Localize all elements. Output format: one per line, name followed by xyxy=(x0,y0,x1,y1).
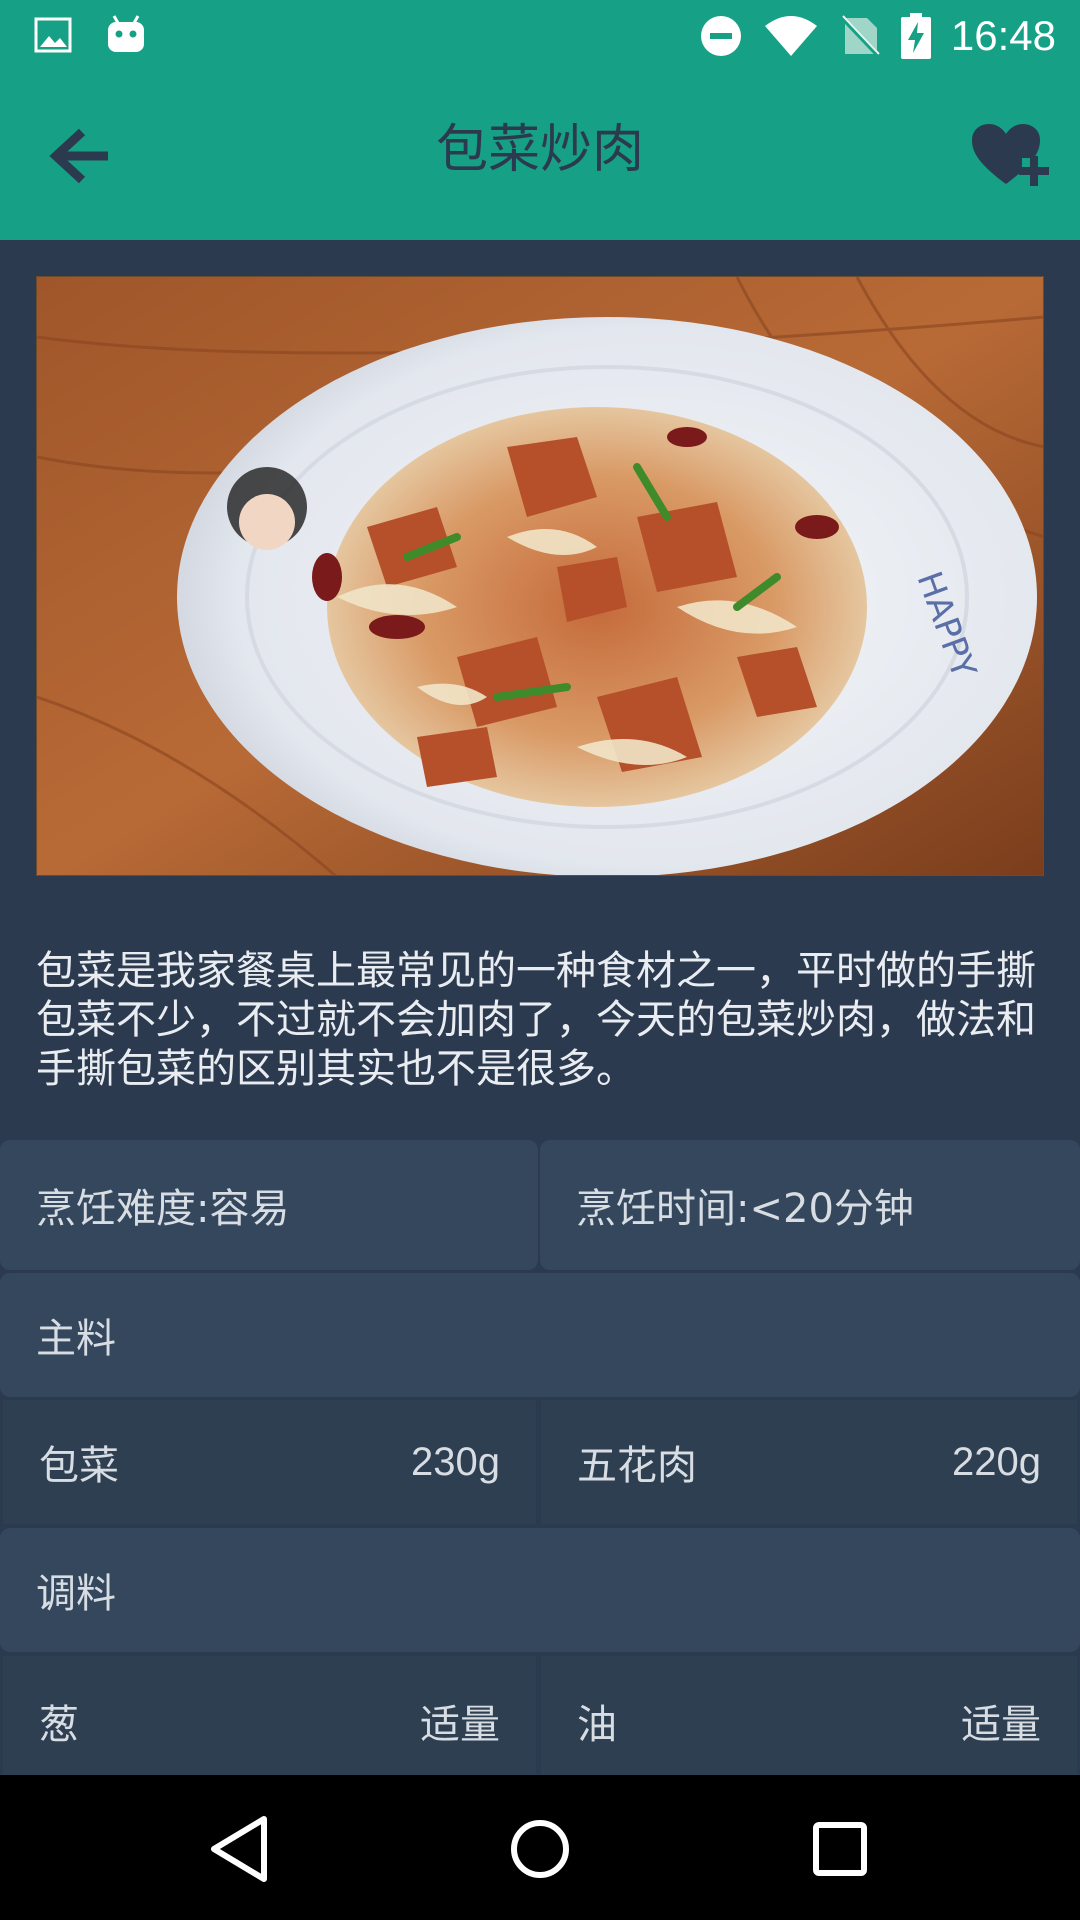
recipe-content[interactable]: HAPPY 包菜是我家餐桌上最常见的一种食材之一，平时做的手撕包菜不少，不过就不… xyxy=(0,240,1080,1775)
status-time: 16:48 xyxy=(950,12,1056,59)
ingredient-amount: 230g xyxy=(411,1439,500,1484)
navigation-bar xyxy=(0,1775,1080,1920)
difficulty-cell: 烹饪难度:容易 xyxy=(0,1140,538,1270)
ingredient-item: 包菜 230g xyxy=(3,1400,536,1524)
main-ingredients-header: 主料 xyxy=(0,1273,1080,1397)
seasoning-item: 油 适量 xyxy=(541,1656,1077,1775)
seasoning-amount: 适量 xyxy=(961,1703,1041,1747)
recipe-description: 包菜是我家餐桌上最常见的一种食材之一，平时做的手撕包菜不少，不过就不会加肉了，今… xyxy=(36,948,1036,1092)
seasoning-item: 葱 适量 xyxy=(3,1656,536,1775)
battery-charging-icon xyxy=(900,13,931,59)
wifi-icon xyxy=(764,16,817,56)
seasoning-name: 油 xyxy=(577,1702,617,1748)
ingredient-name: 包菜 xyxy=(39,1443,119,1489)
main-ingredients-title: 主料 xyxy=(36,1316,116,1362)
android-icon xyxy=(108,15,144,52)
no-sim-icon xyxy=(839,14,881,58)
seasoning-amount: 适量 xyxy=(420,1703,500,1747)
status-bar: 16:48 xyxy=(0,0,1080,72)
page-title: 包菜炒肉 xyxy=(435,120,644,180)
ingredient-item: 五花肉 220g xyxy=(541,1400,1077,1524)
seasoning-header: 调料 xyxy=(0,1528,1080,1652)
recipe-image: HAPPY xyxy=(36,276,1044,876)
ingredient-amount: 220g xyxy=(952,1439,1041,1484)
image-icon xyxy=(34,17,72,53)
time-text: 烹饪时间:<20分钟 xyxy=(576,1186,914,1232)
difficulty-text: 烹饪难度:容易 xyxy=(36,1186,290,1232)
home-circle-icon[interactable] xyxy=(500,1809,580,1889)
seasoning-name: 葱 xyxy=(39,1702,79,1748)
do-not-disturb-icon xyxy=(700,16,741,56)
ingredient-name: 五花肉 xyxy=(577,1443,697,1489)
back-triangle-icon[interactable] xyxy=(200,1809,280,1889)
seasoning-title: 调料 xyxy=(36,1571,116,1617)
time-cell: 烹饪时间:<20分钟 xyxy=(540,1140,1080,1270)
heart-plus-icon[interactable] xyxy=(970,122,1050,190)
app-bar: 包菜炒肉 xyxy=(0,72,1080,240)
recents-square-icon[interactable] xyxy=(800,1809,880,1889)
